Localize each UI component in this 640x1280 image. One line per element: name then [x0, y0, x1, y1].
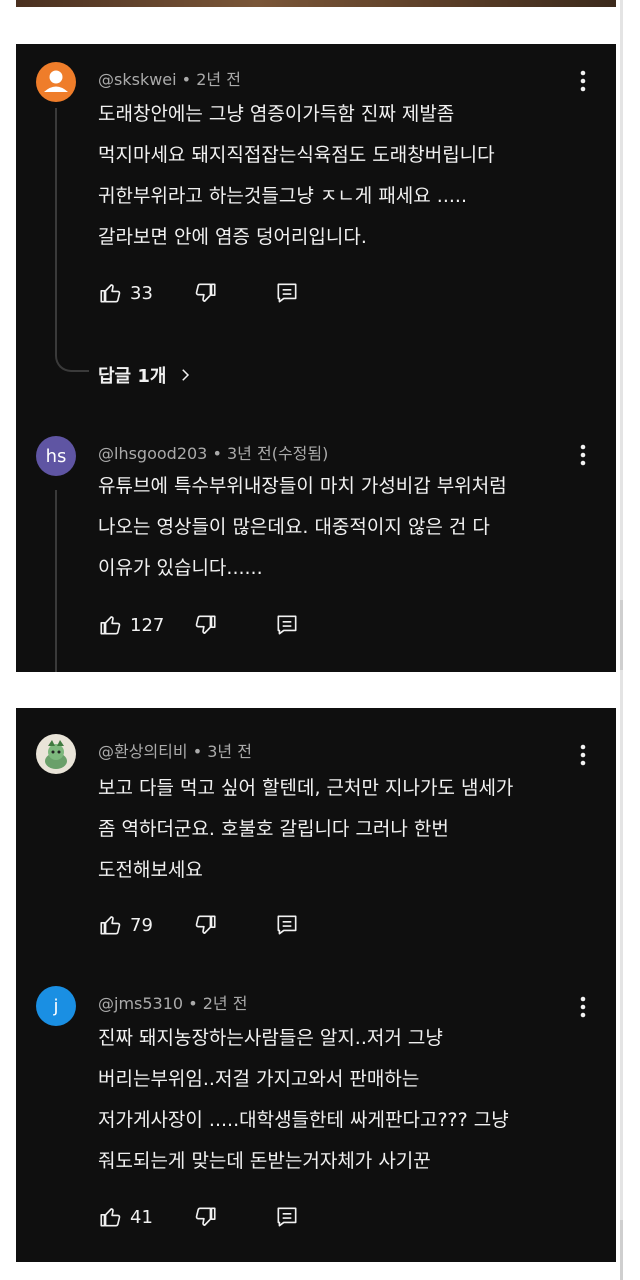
reply-button[interactable] [274, 280, 300, 306]
comment-line: 버리는부위임..저걸 가지고와서 판매하는 [98, 1068, 420, 1090]
author-name[interactable]: @환상의티비 [98, 742, 188, 761]
reply-comment-icon [277, 283, 297, 303]
person-icon [44, 70, 68, 92]
comment-text: 유튜브에 특수부위내장들이 마치 가성비갑 부위처럼 나오는 영상들이 많은데요… [98, 466, 578, 589]
thumbs-down-icon [195, 615, 216, 634]
avatar[interactable]: j [36, 986, 76, 1026]
like-button[interactable]: 41 [98, 1204, 153, 1230]
like-button[interactable]: 127 [98, 612, 164, 638]
thread-line [55, 108, 57, 348]
comment-line: 진짜 돼지농장하는사람들은 알지..저거 그냥 [98, 1027, 443, 1049]
dislike-button[interactable] [192, 612, 218, 638]
comment-time[interactable]: 3년 전 [227, 444, 272, 463]
reply-button[interactable] [274, 612, 300, 638]
view-replies-button[interactable]: 답글 1개 [98, 362, 194, 388]
reply-button[interactable] [274, 1204, 300, 1230]
avatar-initials: hs [45, 445, 67, 467]
creature-icon [45, 740, 67, 769]
thumbs-up-icon [100, 1208, 121, 1227]
like-count: 41 [130, 1206, 153, 1228]
comment-actions: 41 [98, 1204, 398, 1232]
thumbs-down-icon [195, 915, 216, 934]
comment-line: 먹지마세요 돼지직접잡는식육점도 도래창버립니다 [98, 144, 495, 166]
comment-actions: 33 [98, 280, 398, 308]
comment-time[interactable]: 2년 전 [196, 70, 241, 89]
comment-line: 도전해보세요 [98, 859, 203, 881]
comment-line: 유튜브에 특수부위내장들이 마치 가성비갑 부위처럼 [98, 475, 507, 497]
more-options-icon[interactable] [568, 740, 598, 770]
comment-text: 진짜 돼지농장하는사람들은 알지..저거 그냥 버리는부위임..저걸 가지고와서… [98, 1018, 578, 1182]
comment-meta: @skskwei • 2년 전 [98, 70, 241, 89]
comment-actions: 127 [98, 612, 398, 640]
author-name[interactable]: @jms5310 [98, 994, 183, 1013]
edited-label: (수정됨) [271, 444, 329, 463]
comment-meta: @lhsgood203 • 3년 전(수정됨) [98, 444, 329, 463]
dislike-button[interactable] [192, 1204, 218, 1230]
comment-time[interactable]: 3년 전 [207, 742, 252, 761]
avatar[interactable] [36, 734, 76, 774]
comments-panel-1: @skskwei • 2년 전 도래창안에는 그냥 염증이가득함 진짜 제발좀 … [16, 44, 616, 672]
thread-line-2 [55, 490, 57, 672]
thumbs-up-icon [100, 284, 121, 303]
avatar-initials: j [53, 995, 59, 1017]
thumbs-up-icon [100, 616, 121, 635]
reply-comment-icon [277, 915, 297, 935]
like-count: 127 [130, 614, 165, 636]
scrollbar-thumb[interactable] [620, 600, 623, 670]
comments-panel-2: @환상의티비 • 3년 전 보고 다들 먹고 싶어 할텐데, 근처만 지나가도 … [16, 708, 616, 1262]
avatar[interactable]: hs [36, 436, 76, 476]
comment-time[interactable]: 2년 전 [203, 994, 248, 1013]
thumbs-down-icon [195, 283, 216, 302]
comment-line: 귀한부위라고 하는것들그냥 ㅈㄴ게 패세요 ..... [98, 185, 467, 207]
more-options-icon[interactable] [568, 66, 598, 96]
thumbs-up-icon [100, 916, 121, 935]
comment-line: 줘도되는게 맞는데 돈받는거자체가 사기꾼 [98, 1150, 431, 1172]
comment-line: 도래창안에는 그냥 염증이가득함 진짜 제발좀 [98, 103, 455, 125]
scrollbar-thumb-lower[interactable] [620, 1220, 623, 1280]
comment-actions: 79 [98, 912, 398, 940]
author-name[interactable]: @lhsgood203 [98, 444, 207, 463]
author-name[interactable]: @skskwei [98, 70, 177, 89]
like-count: 33 [130, 282, 153, 304]
comment-text: 보고 다들 먹고 싶어 할텐데, 근처만 지나가도 냄세가 좀 역하더군요. 호… [98, 768, 578, 891]
comment-meta: @환상의티비 • 3년 전 [98, 742, 252, 761]
dislike-button[interactable] [192, 912, 218, 938]
comment-line: 보고 다들 먹고 싶어 할텐데, 근처만 지나가도 냄세가 [98, 777, 514, 799]
reply-comment-icon [277, 1207, 297, 1227]
comment-line: 이유가 있습니다...... [98, 557, 263, 579]
avatar[interactable] [36, 62, 76, 102]
comment-line: 나오는 영상들이 많은데요. 대중적이지 않은 건 다 [98, 516, 490, 538]
comment-line: 갈라보면 안에 염증 덩어리입니다. [98, 226, 367, 248]
comment-line: 저가게사장이 .....대학생들한테 싸게판다고??? 그냥 [98, 1109, 509, 1131]
comment-line: 좀 역하더군요. 호불호 갈립니다 그러나 한번 [98, 818, 449, 840]
thumbs-down-icon [195, 1207, 216, 1226]
like-button[interactable]: 79 [98, 912, 153, 938]
dislike-button[interactable] [192, 280, 218, 306]
like-button[interactable]: 33 [98, 280, 153, 306]
video-thumbnail-strip [16, 0, 616, 7]
comment-meta: @jms5310 • 2년 전 [98, 994, 248, 1013]
like-count: 79 [130, 914, 153, 936]
reply-button[interactable] [274, 912, 300, 938]
reply-comment-icon [277, 615, 297, 635]
thread-curve [55, 344, 89, 372]
comment-text: 도래창안에는 그냥 염증이가득함 진짜 제발좀 먹지마세요 돼지직접잡는식육점도… [98, 94, 578, 258]
chevron-right-icon [182, 369, 190, 381]
replies-label: 답글 1개 [98, 366, 167, 387]
